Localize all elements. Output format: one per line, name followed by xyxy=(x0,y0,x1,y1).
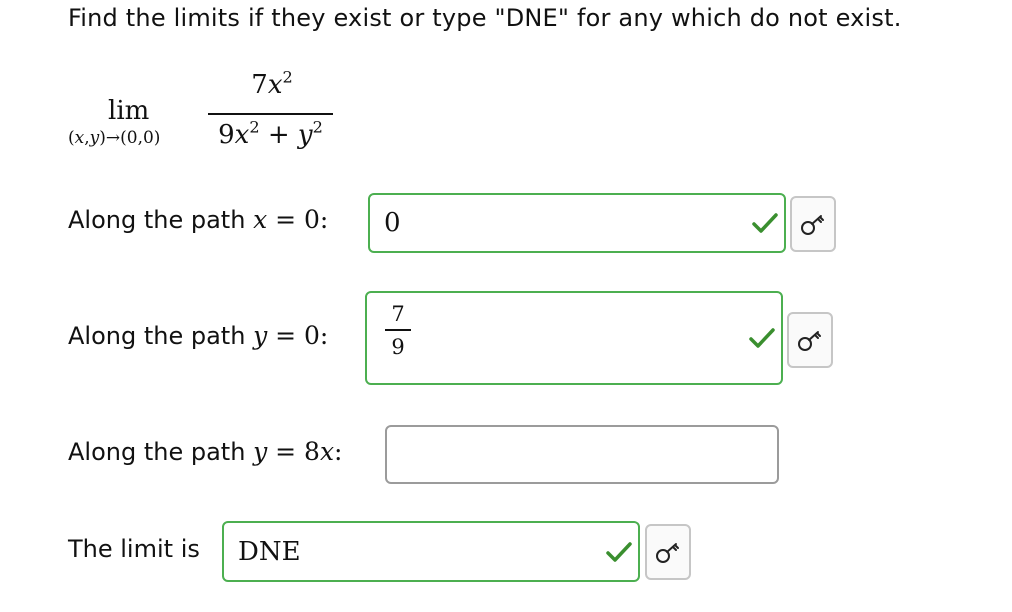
answer-value: 0 xyxy=(384,208,401,238)
fraction-denominator: 9x2 + y2 xyxy=(218,117,323,150)
answer-numerator: 7 xyxy=(391,302,405,326)
path-label-prefix: Along the path xyxy=(68,438,246,466)
limit-expression: lim (x,y)→(0,0) 7x2 9x2 + y2 xyxy=(68,67,348,160)
key-icon xyxy=(656,543,679,563)
answer-fraction-bar xyxy=(385,329,411,331)
path-y8x-answer-field[interactable] xyxy=(385,425,779,484)
path-equation: x = 0: xyxy=(253,205,329,234)
limit-answer-field[interactable]: DNE xyxy=(222,521,640,582)
limit-result-label: The limit is xyxy=(68,535,200,563)
path-y0-answer-field[interactable]: 7 9 xyxy=(365,291,783,385)
check-icon xyxy=(752,213,778,233)
fraction-numerator: 7x2 xyxy=(251,67,293,100)
path-label-prefix: Along the path xyxy=(68,322,246,350)
path-equation: y = 0: xyxy=(253,321,329,350)
answer-value: DNE xyxy=(238,536,301,567)
lim-subscript: (x,y)→(0,0) xyxy=(68,128,161,148)
path-label-prefix: Along the path xyxy=(68,206,246,234)
path-y8x-label: Along the path y = 8x: xyxy=(68,437,342,466)
check-icon xyxy=(606,541,632,562)
key-icon xyxy=(798,331,821,351)
path-equation: y = 8x: xyxy=(253,437,343,466)
path-x0-label: Along the path x = 0: xyxy=(68,205,328,234)
instruction-text: Find the limits if they exist or type "D… xyxy=(68,4,902,32)
path-y0-label: Along the path y = 0: xyxy=(68,321,328,350)
show-answer-key-button[interactable] xyxy=(645,524,691,580)
lim-operator: lim xyxy=(108,96,150,126)
answer-denominator: 9 xyxy=(391,334,405,359)
show-answer-key-button[interactable] xyxy=(790,196,836,252)
limit-label-text: The limit is xyxy=(68,535,200,563)
key-icon xyxy=(801,215,824,235)
check-icon xyxy=(749,328,775,348)
show-answer-key-button[interactable] xyxy=(787,312,833,368)
fraction-bar xyxy=(208,113,333,115)
answer-fraction: 7 9 xyxy=(385,301,411,360)
path-x0-answer-field[interactable]: 0 xyxy=(368,193,786,253)
